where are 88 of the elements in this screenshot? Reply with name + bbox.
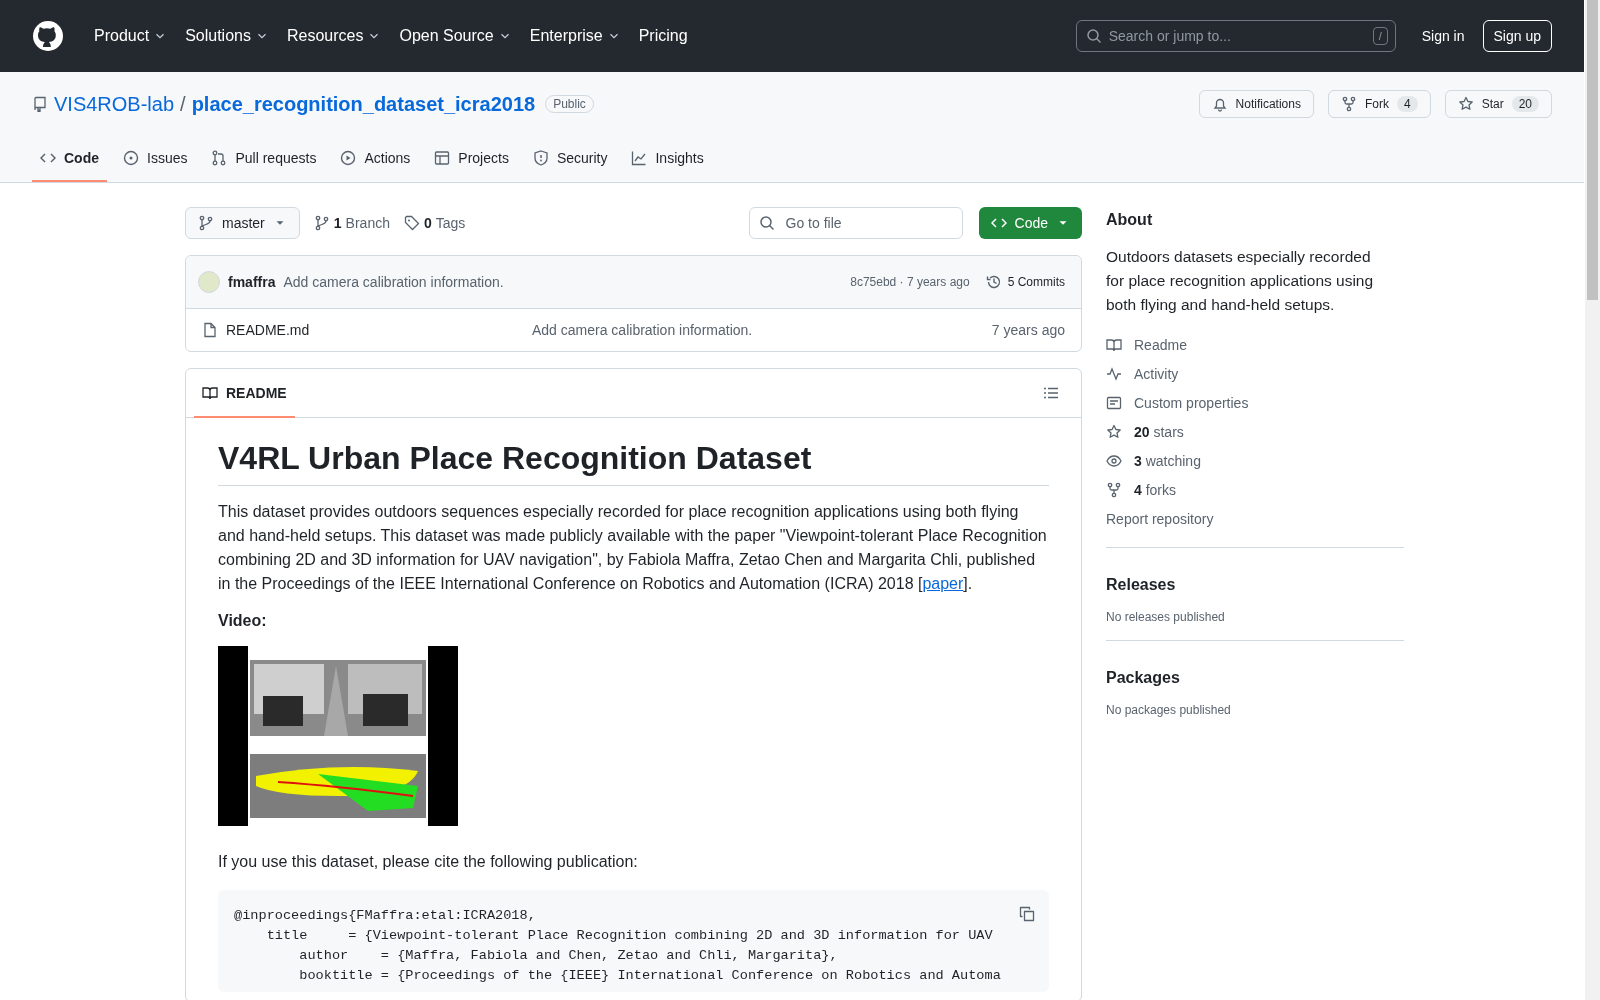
owner-link[interactable]: VIS4ROB-lab	[54, 92, 175, 116]
repo-tab[interactable]: Insights	[623, 136, 712, 182]
scrollbar[interactable]	[1585, 0, 1600, 1000]
author-link[interactable]: fmaffra	[228, 274, 276, 290]
code-line: booktitle = {Proceedings of the {IEEE} International Conference on Robotics and Automa	[298, 967, 1001, 985]
list-icon	[1043, 385, 1059, 401]
star-icon	[1457, 96, 1474, 112]
path-separator: /	[180, 92, 186, 116]
empty-note: No packages published	[1106, 703, 1232, 717]
nav-link[interactable]: Enterprise	[521, 21, 629, 51]
eye-icon	[1106, 453, 1122, 469]
branch-selector[interactable]: master	[185, 207, 300, 239]
paper-link[interactable]: paper	[922, 575, 964, 592]
nav-link[interactable]: Resources	[278, 21, 390, 51]
shortcut-key: /	[1372, 27, 1388, 45]
circle-dot-icon	[123, 150, 139, 166]
search-icon	[1085, 28, 1102, 44]
sign-in-link[interactable]: Sign in	[1411, 22, 1475, 50]
fork-icon	[1106, 482, 1122, 498]
tag-icon	[403, 215, 420, 231]
nav-link[interactable]: Open Source	[391, 21, 520, 51]
sidebar-link[interactable]: Custom properties	[1106, 391, 1404, 415]
file-name-link[interactable]: README.md	[226, 322, 310, 338]
sidebar-link[interactable]: Activity	[1106, 362, 1404, 386]
star-button[interactable]: Star 20	[1444, 90, 1552, 118]
repo-tab[interactable]: Pull requests	[203, 136, 325, 182]
readme-heading: V4RL Urban Place Recognition Dataset	[218, 440, 1049, 486]
nav-link[interactable]: Product	[86, 21, 176, 51]
tags-link[interactable]: 0 Tags	[403, 215, 466, 231]
sidebar-link[interactable]: Report repository	[1106, 507, 1404, 531]
sign-up-button[interactable]: Sign up	[1482, 20, 1552, 52]
pulse-icon	[1106, 366, 1122, 382]
shield-icon	[532, 150, 549, 166]
packages-heading[interactable]: Packages	[1106, 665, 1404, 687]
branch-icon	[198, 215, 214, 231]
sidebar-link[interactable]: 3 watching	[1106, 449, 1404, 473]
video-heading: Video:	[218, 612, 268, 630]
code-line: title = {Viewpoint-tolerant Place Recognition combining 2D and 3D information for UAV	[265, 927, 993, 945]
pull-request-icon	[211, 150, 228, 166]
repo-description: Outdoors datasets especially recorded for place recognition applications using both flying and hand-held setups.	[1106, 247, 1375, 315]
readme-tab[interactable]: README	[194, 370, 295, 418]
file-age: 7 years ago	[991, 322, 1065, 338]
repo-name-link[interactable]: place_recognition_dataset_icra2018	[191, 92, 536, 116]
commit-hash-time: 8c75ebd · 7 years ago	[850, 275, 970, 289]
copy-icon	[1019, 906, 1035, 922]
commit-message-link[interactable]: Add camera calibration information.	[532, 322, 992, 338]
commits-link[interactable]: 5 Commits	[985, 274, 1065, 290]
commit-message-link[interactable]: Add camera calibration information.	[283, 274, 504, 290]
branches-link[interactable]: 1 Branch	[313, 215, 390, 231]
cite-paragraph: If you use this dataset, please cite the following publication:	[218, 852, 639, 872]
star-icon	[1106, 424, 1122, 440]
sidebar-link[interactable]: 20 stars	[1106, 420, 1404, 444]
sidebar-link[interactable]: Readme	[1106, 333, 1404, 357]
empty-note: No releases published	[1106, 610, 1226, 624]
sidebar-link[interactable]: 4 forks	[1106, 478, 1404, 502]
history-icon	[985, 274, 1002, 290]
intro-paragraph: This dataset provides outdoors sequences especially recorded for place recognition applications using both flying and hand-held setups. This dataset was made publicly available with the paper "Viewpoint-tolerant Place Recognition combining 2D and 3D information for UAV navigation", by Fabiola Maffra, Zetao Chen and Margarita Chli, published in the Proceedings of the IEEE International Conference on Robotics and Automation (ICRA) 2018 [paper].	[218, 502, 1048, 594]
play-icon	[340, 150, 357, 166]
nav-link[interactable]: Pricing	[630, 21, 696, 51]
count-label: 20	[1511, 96, 1539, 112]
table-icon	[434, 150, 451, 166]
code-line: @inproceedings{FMaffra:etal:ICRA2018,	[234, 907, 536, 925]
code-button[interactable]: Code	[978, 207, 1082, 239]
about-heading: About	[1106, 210, 1154, 229]
nav-link[interactable]: Solutions	[177, 21, 277, 51]
avatar-icon	[198, 271, 220, 293]
repo-icon	[32, 96, 48, 112]
repo-tab[interactable]: Issues	[115, 136, 196, 182]
bell-icon	[1211, 96, 1228, 112]
notifications-button[interactable]: Notifications	[1198, 90, 1314, 118]
repo-tab[interactable]: Actions	[332, 136, 419, 182]
branch-icon	[313, 215, 330, 231]
go-to-file-field[interactable]: Go to file	[748, 207, 963, 239]
file-icon	[202, 322, 218, 338]
cat-logo-icon[interactable]	[32, 20, 64, 52]
book-icon	[202, 385, 218, 401]
fork-icon	[1340, 96, 1357, 112]
code-line: author = {Maffra, Fabiola and Chen, Zetao and Chli, Margarita},	[298, 947, 838, 965]
fork-button[interactable]: Fork 4	[1327, 90, 1431, 118]
repo-tab[interactable]: Projects	[426, 136, 517, 182]
repo-tab[interactable]: Code	[32, 136, 107, 182]
scrollbar-thumb[interactable]	[1587, 0, 1598, 300]
repo-tab[interactable]: Security	[524, 136, 616, 182]
graph-icon	[631, 150, 648, 166]
note-icon	[1106, 395, 1122, 411]
count-label: 4	[1396, 96, 1418, 112]
book-icon	[1106, 337, 1122, 353]
releases-heading[interactable]: Releases	[1106, 572, 1404, 594]
